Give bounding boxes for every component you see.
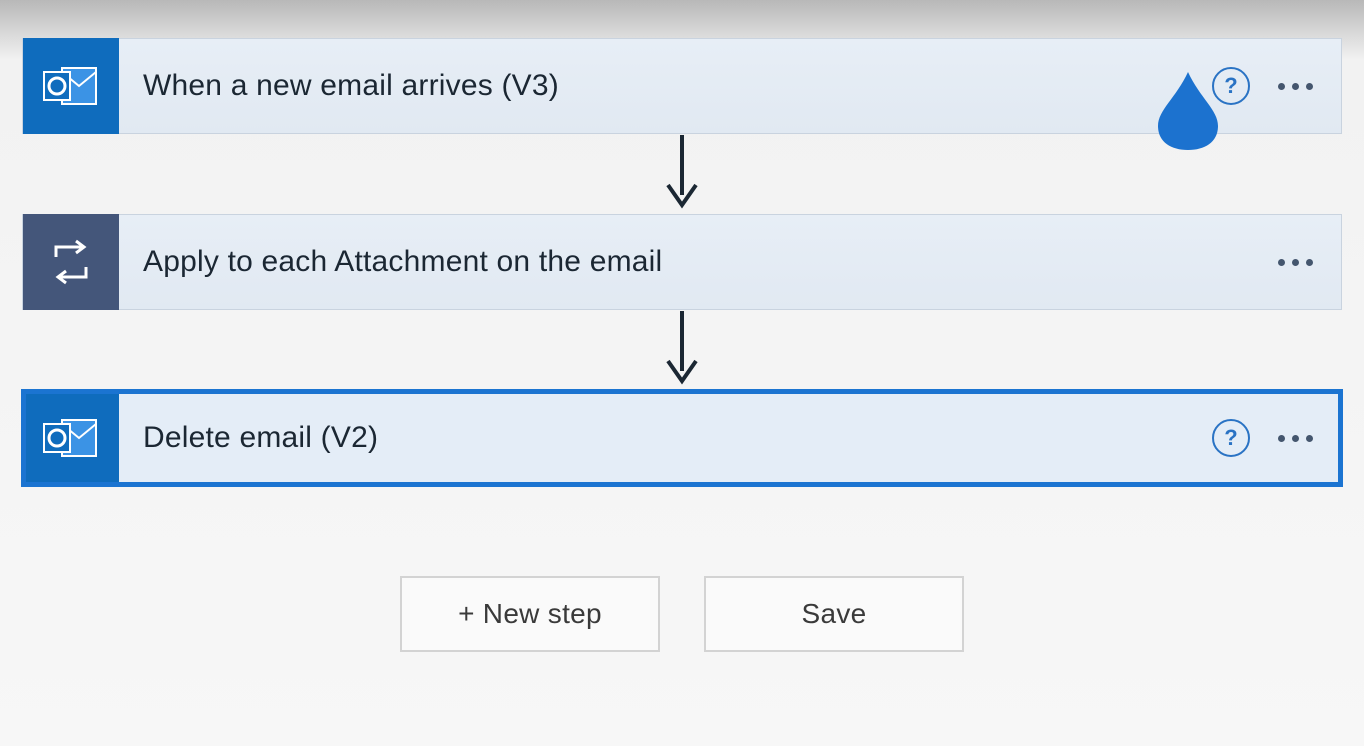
step-delete-email[interactable]: Delete email (V2) ? (22, 390, 1342, 486)
save-button[interactable]: Save (704, 576, 964, 652)
step-title: Delete email (V2) (143, 421, 1212, 455)
step-title: Apply to each Attachment on the email (143, 245, 1278, 279)
step-apply-to-each[interactable]: Apply to each Attachment on the email (22, 214, 1342, 310)
step-actions: ? (1212, 419, 1313, 457)
connector-arrow (662, 134, 702, 214)
outlook-icon (23, 390, 119, 486)
step-title: When a new email arrives (V3) (143, 69, 1212, 103)
loop-icon (23, 214, 119, 310)
more-menu[interactable] (1278, 259, 1313, 266)
new-step-button[interactable]: + New step (400, 576, 660, 652)
step-actions: ? (1212, 67, 1313, 105)
step-trigger-wrap: When a new email arrives (V3) ? (22, 38, 1342, 134)
more-menu[interactable] (1278, 435, 1313, 442)
step-actions (1278, 259, 1313, 266)
connector-arrow (662, 310, 702, 390)
help-icon[interactable]: ? (1212, 419, 1250, 457)
step-trigger[interactable]: When a new email arrives (V3) ? (22, 38, 1342, 134)
flow-canvas: When a new email arrives (V3) ? (0, 0, 1364, 652)
droplet-icon (1152, 68, 1224, 157)
outlook-icon (23, 38, 119, 134)
more-menu[interactable] (1278, 83, 1313, 90)
footer-buttons: + New step Save (400, 576, 964, 652)
